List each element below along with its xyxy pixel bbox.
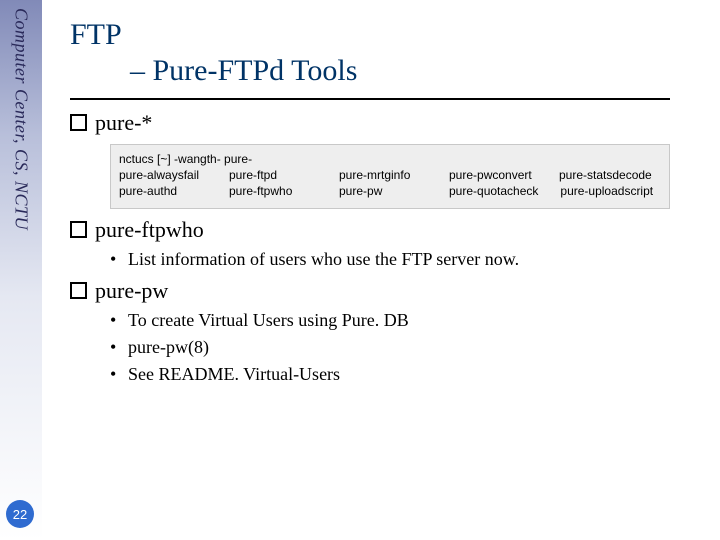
section-heading-pure-pw: pure-pw xyxy=(70,278,700,304)
sub-bullet: See README. Virtual-Users xyxy=(110,364,700,385)
term-cell: pure-ftpwho xyxy=(229,183,317,199)
term-cell: pure-ftpd xyxy=(229,167,317,183)
page-number-badge: 22 xyxy=(6,500,34,528)
section-heading-pure-star: pure-* xyxy=(70,110,700,136)
section-heading-pure-ftpwho: pure-ftpwho xyxy=(70,217,700,243)
terminal-row-1: pure-alwaysfail pure-ftpd pure-mrtginfo … xyxy=(119,167,661,183)
title-line-1: FTP xyxy=(70,18,700,52)
term-cell: pure-alwaysfail xyxy=(119,167,207,183)
terminal-row-2: pure-authd pure-ftpwho pure-pw pure-quot… xyxy=(119,183,661,199)
sub-bullet: List information of users who use the FT… xyxy=(110,249,700,270)
title-rule xyxy=(70,98,670,100)
term-cell: pure-quotacheck xyxy=(449,183,538,199)
term-cell: pure-authd xyxy=(119,183,207,199)
term-cell: pure-statsdecode xyxy=(559,167,652,183)
term-cell: pure-mrtginfo xyxy=(339,167,427,183)
title-line-2: – Pure-FTPd Tools xyxy=(130,54,700,88)
term-cell: pure-uploadscript xyxy=(560,183,653,199)
slide: Computer Center, CS, NCTU 22 FTP – Pure-… xyxy=(0,0,720,540)
terminal-output: nctucs [~] -wangth- pure- pure-alwaysfai… xyxy=(110,144,670,209)
sidebar-text: Computer Center, CS, NCTU xyxy=(11,8,32,230)
terminal-line-1: nctucs [~] -wangth- pure- xyxy=(119,151,661,167)
sidebar: Computer Center, CS, NCTU xyxy=(0,0,42,540)
sub-bullet: pure-pw(8) xyxy=(110,337,700,358)
term-cell: pure-pwconvert xyxy=(449,167,537,183)
term-cell: pure-pw xyxy=(339,183,427,199)
content: FTP – Pure-FTPd Tools pure-* nctucs [~] … xyxy=(70,18,700,385)
sub-bullet: To create Virtual Users using Pure. DB xyxy=(110,310,700,331)
